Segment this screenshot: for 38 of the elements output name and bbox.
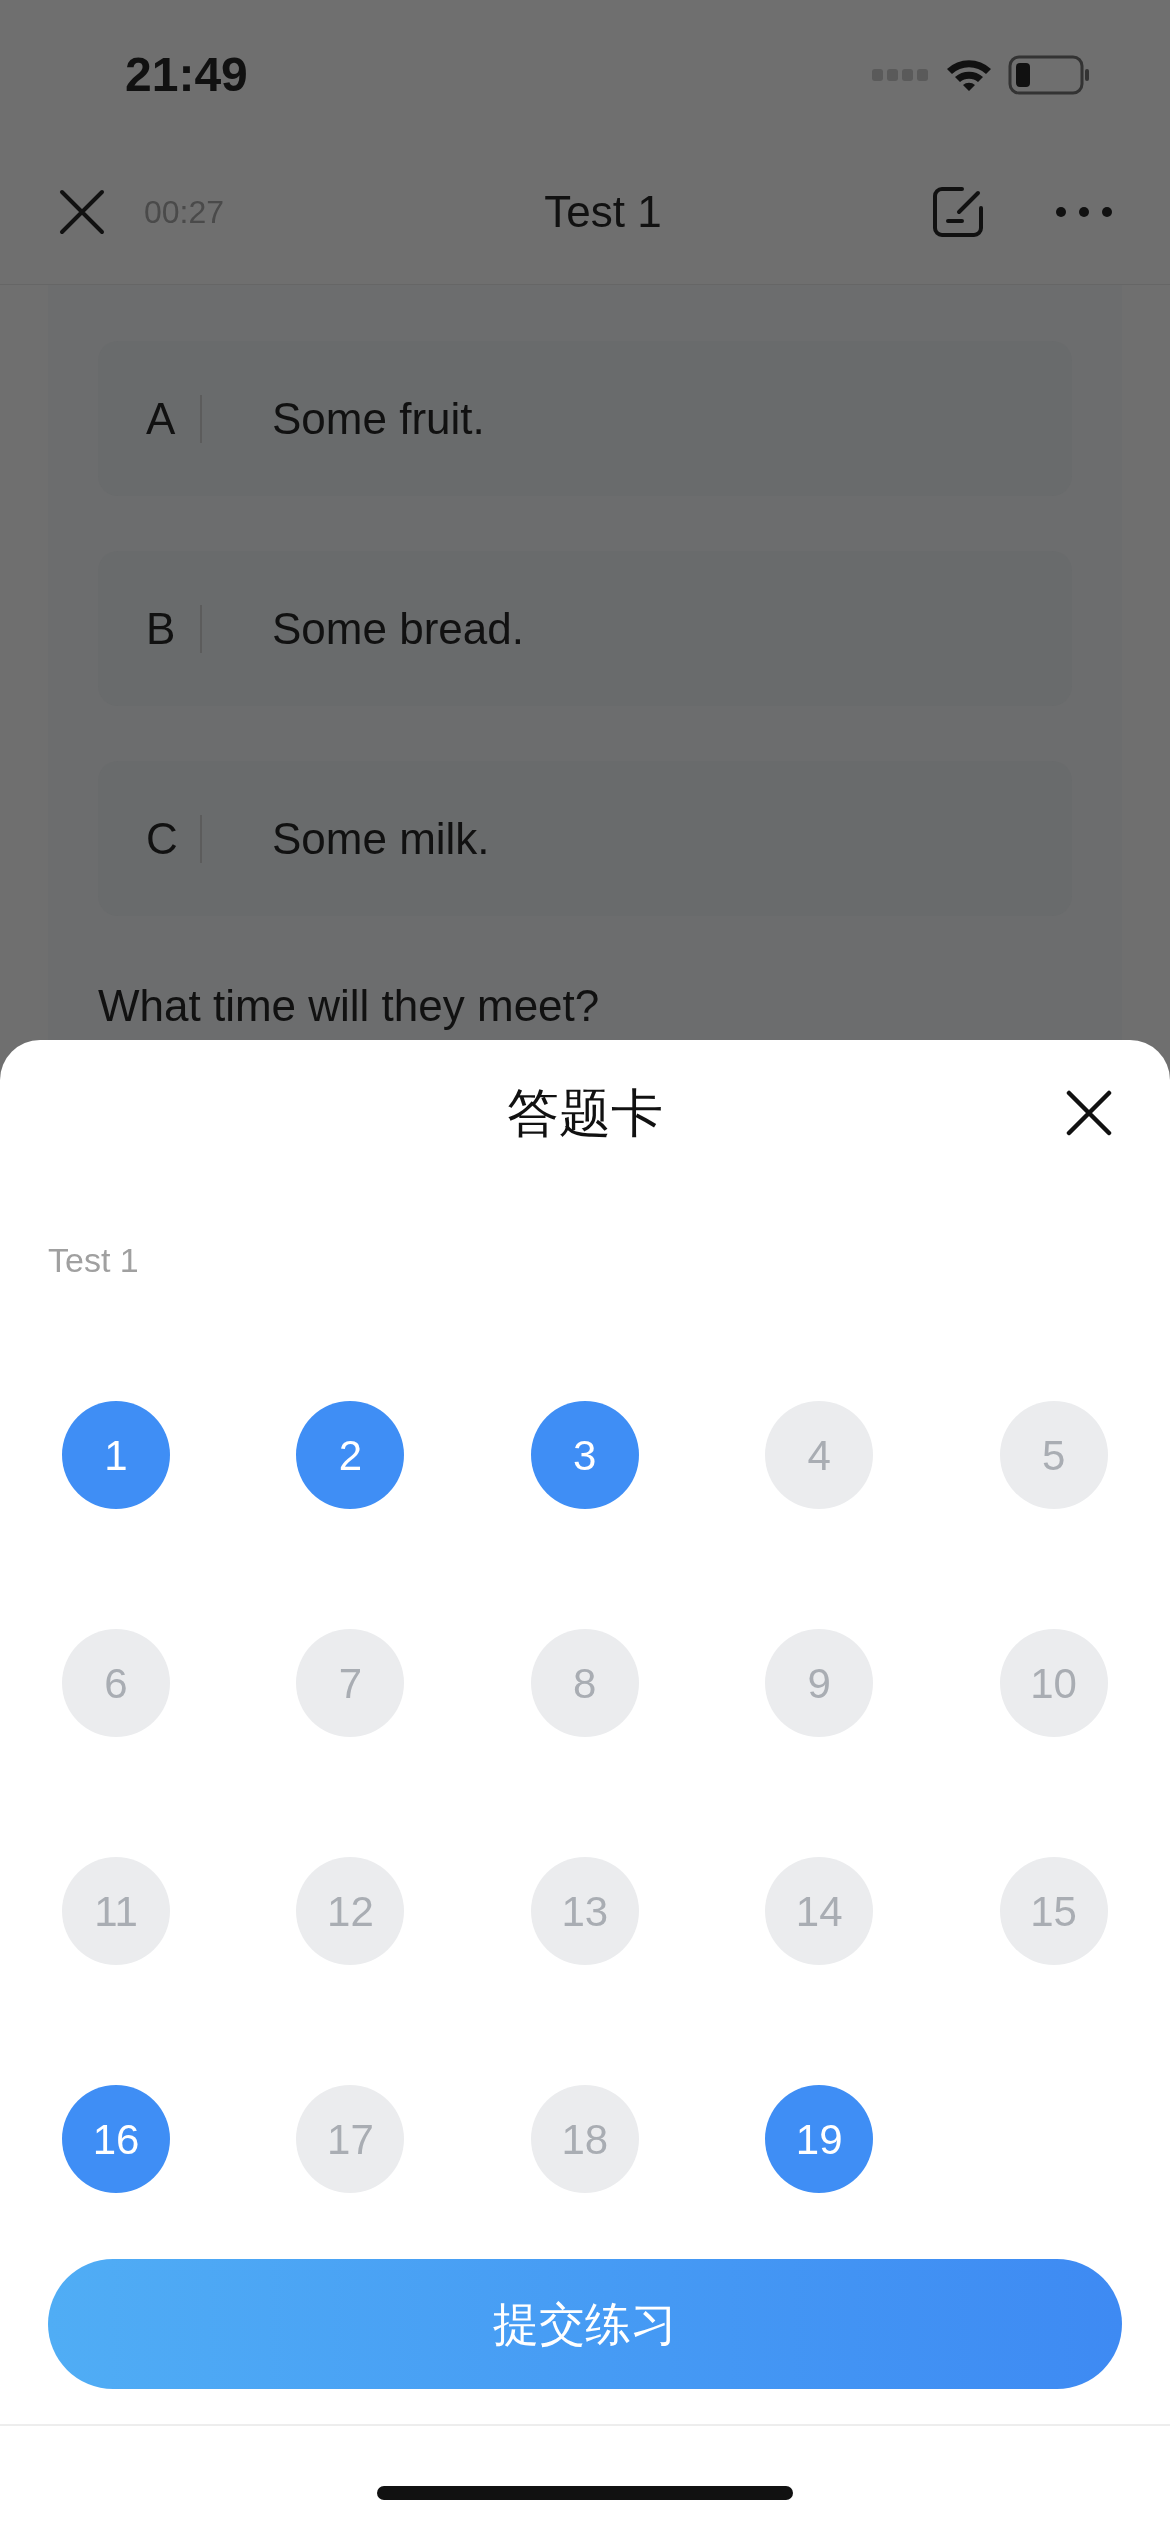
question-number[interactable]: 13: [530, 1857, 639, 1965]
option-letter: A: [146, 392, 177, 445]
edit-icon[interactable]: [932, 186, 984, 238]
battery-icon: [1008, 55, 1090, 95]
option-letter: B: [146, 602, 177, 655]
question-number[interactable]: 11: [62, 1857, 170, 1965]
sheet-title: 答题卡: [507, 1082, 663, 1144]
question-number[interactable]: 19: [765, 2085, 874, 2193]
question-number[interactable]: 14: [765, 1857, 874, 1965]
page-title: Test 1: [543, 186, 663, 238]
question-number[interactable]: 4: [765, 1401, 874, 1509]
question-number[interactable]: 7: [296, 1629, 405, 1737]
question-number[interactable]: 17: [296, 2085, 405, 2193]
question-number[interactable]: 15: [999, 1857, 1108, 1965]
submit-button[interactable]: 提交练习: [48, 2259, 1122, 2389]
option-text: Some fruit.: [272, 392, 485, 445]
option-text: Some milk.: [272, 812, 490, 865]
status-time: 21:49: [125, 47, 248, 103]
question-number[interactable]: 2: [296, 1401, 405, 1509]
question-text: What time will they meet?: [98, 980, 601, 1032]
option-text: Some bread.: [272, 602, 524, 655]
answer-option[interactable]: B Some bread.: [98, 551, 1072, 706]
question-number[interactable]: 9: [765, 1629, 874, 1737]
question-number[interactable]: 16: [62, 2085, 170, 2193]
answer-option[interactable]: C Some milk.: [98, 761, 1072, 916]
question-number[interactable]: 1: [62, 1401, 170, 1509]
question-number[interactable]: 5: [999, 1401, 1108, 1509]
question-number[interactable]: 10: [999, 1629, 1108, 1737]
option-letter: C: [146, 812, 179, 865]
more-icon[interactable]: [1056, 207, 1112, 217]
section-label: Test 1: [48, 1240, 139, 1281]
question-number[interactable]: 18: [530, 2085, 639, 2193]
answer-option[interactable]: A Some fruit.: [98, 341, 1072, 496]
close-icon[interactable]: [1066, 1090, 1112, 1136]
question-number[interactable]: 3: [530, 1401, 639, 1509]
question-number[interactable]: 12: [296, 1857, 405, 1965]
question-number[interactable]: 6: [62, 1629, 170, 1737]
question-number[interactable]: 8: [530, 1629, 639, 1737]
